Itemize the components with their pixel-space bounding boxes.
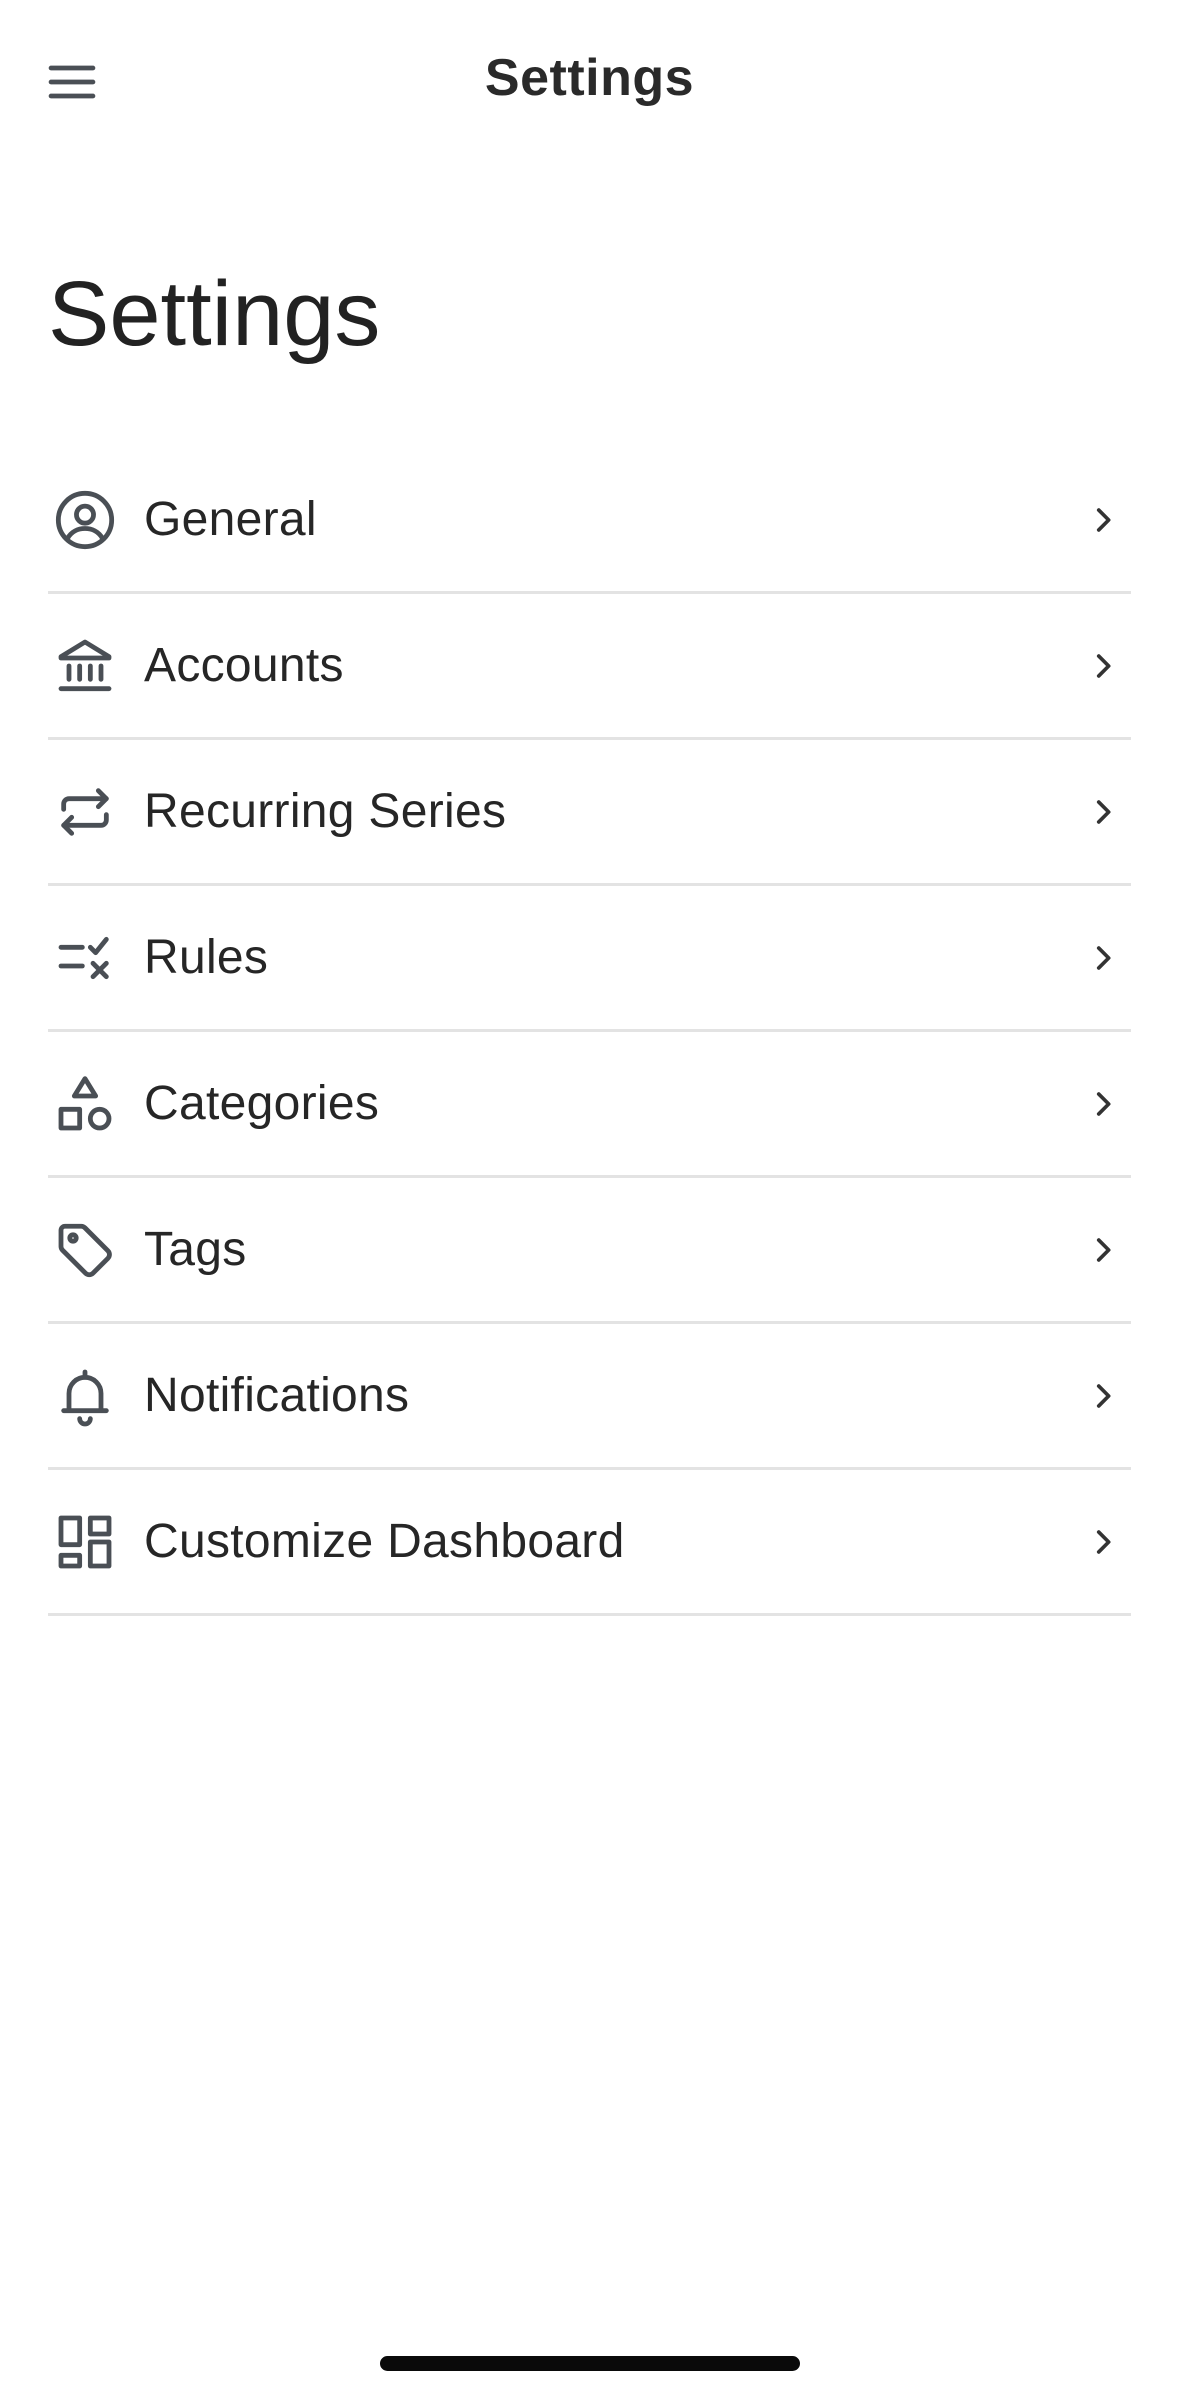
settings-item-label: Categories xyxy=(144,1077,380,1130)
settings-list: General Accounts Recurring Series Rules … xyxy=(48,448,1131,1616)
settings-item-label: Notifications xyxy=(144,1369,410,1422)
chevron-right-icon xyxy=(1083,1522,1123,1562)
top-app-bar: Settings xyxy=(0,0,1179,165)
settings-item-tags[interactable]: Tags xyxy=(48,1178,1131,1324)
bank-icon xyxy=(50,631,120,701)
settings-item-label: Rules xyxy=(144,931,269,984)
chevron-right-icon xyxy=(1083,646,1123,686)
chevron-right-icon xyxy=(1083,1084,1123,1124)
settings-item-general[interactable]: General xyxy=(48,448,1131,594)
home-indicator xyxy=(380,2356,800,2371)
dashboard-icon xyxy=(50,1507,120,1577)
bell-icon xyxy=(50,1361,120,1431)
settings-item-label: Recurring Series xyxy=(144,785,507,838)
chevron-right-icon xyxy=(1083,500,1123,540)
settings-item-rules[interactable]: Rules xyxy=(48,886,1131,1032)
settings-item-label: Customize Dashboard xyxy=(144,1515,625,1568)
settings-item-label: Tags xyxy=(144,1223,247,1276)
shapes-icon xyxy=(50,1069,120,1139)
top-bar-title: Settings xyxy=(484,49,695,107)
chevron-right-icon xyxy=(1083,792,1123,832)
settings-item-label: General xyxy=(144,493,317,546)
user-circle-icon xyxy=(50,485,120,555)
settings-item-accounts[interactable]: Accounts xyxy=(48,594,1131,740)
settings-item-categories[interactable]: Categories xyxy=(48,1032,1131,1178)
settings-item-label: Accounts xyxy=(144,639,344,692)
settings-item-notifications[interactable]: Notifications xyxy=(48,1324,1131,1470)
chevron-right-icon xyxy=(1083,1230,1123,1270)
list-check-icon xyxy=(50,923,120,993)
tag-icon xyxy=(50,1215,120,1285)
chevron-right-icon xyxy=(1083,938,1123,978)
page-title: Settings xyxy=(48,263,381,365)
settings-item-customize-dashboard[interactable]: Customize Dashboard xyxy=(48,1470,1131,1616)
settings-item-recurring-series[interactable]: Recurring Series xyxy=(48,740,1131,886)
chevron-right-icon xyxy=(1083,1376,1123,1416)
repeat-icon xyxy=(50,777,120,847)
